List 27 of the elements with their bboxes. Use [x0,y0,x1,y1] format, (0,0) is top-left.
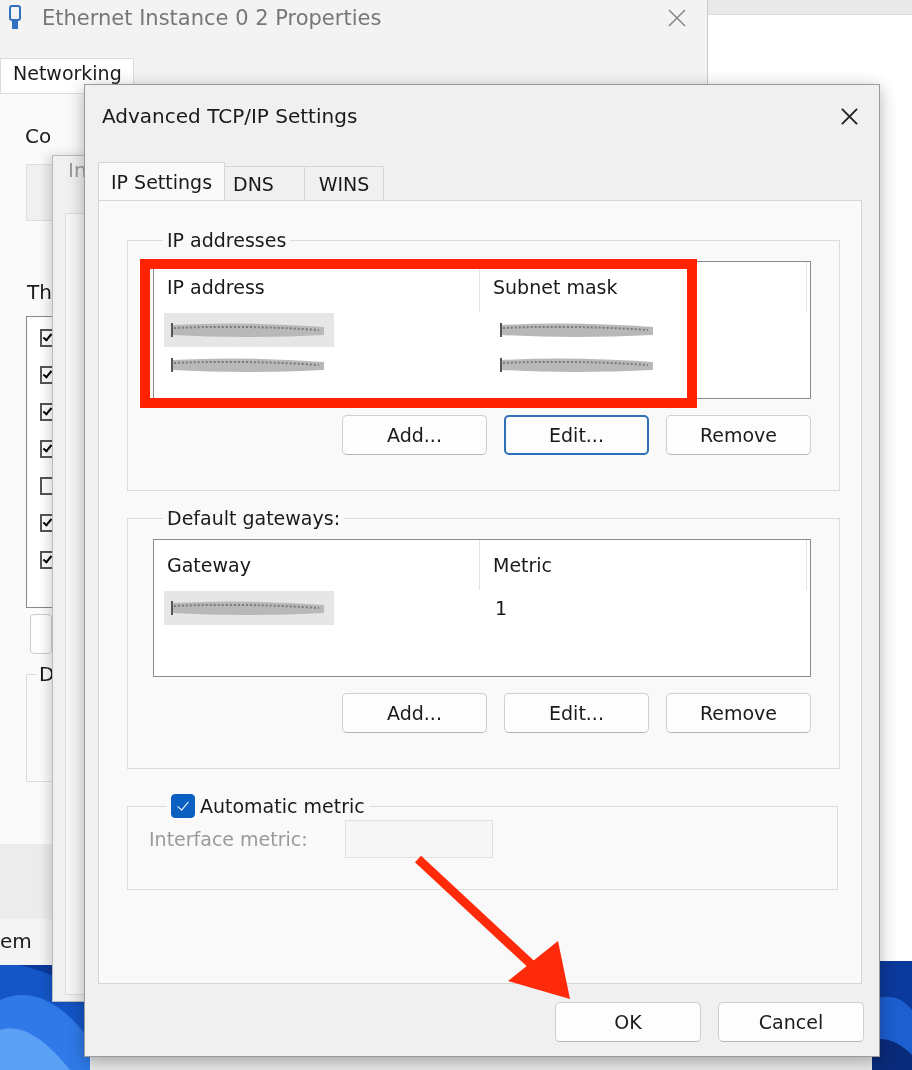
button[interactable]: Remove [666,693,811,733]
button[interactable]: Edit... [504,693,649,733]
checkbox-label: Automatic metric [200,795,365,817]
column-header[interactable]: Gateway [167,554,251,576]
window-title: Ethernet Instance 0 2 Properties [42,6,382,30]
label: Co [25,124,52,148]
label: Th [27,280,52,304]
table-cell-text: 1 [494,596,508,619]
tab[interactable]: IP Settings [98,162,226,200]
button[interactable]: Add... [342,415,487,455]
button[interactable]: Remove [666,415,811,455]
checkbox[interactable] [171,794,195,818]
group-label: Default gateways: [167,507,341,529]
column-header[interactable]: Subnet mask [493,276,618,298]
ethernet-plug-icon [8,5,22,31]
field-label: Interface metric: [149,828,309,850]
column-header[interactable]: IP address [167,276,265,298]
status-text: em [0,929,32,953]
column-header[interactable]: Metric [493,554,553,576]
button[interactable]: Cancel [718,1002,864,1042]
button[interactable]: OK [555,1002,701,1042]
tab[interactable]: WINS [304,166,385,200]
button[interactable]: Add... [342,693,487,733]
dialog-title: Advanced TCP/IP Settings [102,104,358,128]
button[interactable]: Edit... [504,415,649,455]
close-icon[interactable] [840,106,859,126]
group-label: IP addresses [167,229,287,251]
